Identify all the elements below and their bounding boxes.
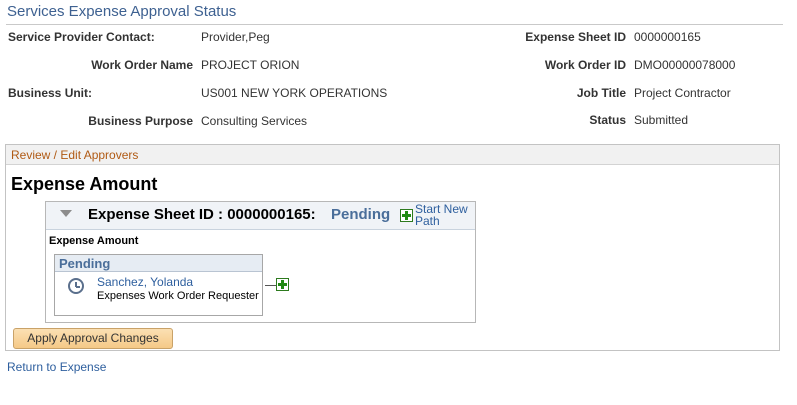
clock-icon [68, 278, 84, 294]
step-connector-line [265, 285, 276, 286]
expense-sheet-approval-box: Expense Sheet ID : 0000000165: Pending S… [45, 201, 476, 323]
work-order-id-value: DMO00000078000 [634, 58, 736, 72]
business-unit-label: Business Unit: [8, 86, 93, 100]
job-title-value: Project Contractor [634, 86, 731, 100]
work-order-id-label: Work Order ID [544, 58, 626, 72]
return-to-expense-link[interactable]: Return to Expense [7, 360, 106, 374]
work-order-name-value: PROJECT ORION [201, 58, 300, 72]
service-provider-contact-label: Service Provider Contact: [8, 30, 155, 44]
business-purpose-label: Business Purpose [88, 114, 193, 128]
expense-amount-sublabel: Expense Amount [49, 235, 139, 247]
approvers-panel-header: Review / Edit Approvers [6, 145, 779, 165]
approver-role: Expenses Work Order Requester [97, 290, 259, 302]
collapse-triangle-icon[interactable] [60, 210, 72, 217]
job-title-label: Job Title [576, 86, 626, 100]
approver-name-link[interactable]: Sanchez, Yolanda [97, 275, 193, 289]
business-purpose-value: Consulting Services [201, 114, 308, 128]
expense-sheet-id-value: 0000000165 [634, 30, 701, 44]
expense-sheet-title: Expense Sheet ID : 0000000165: [88, 206, 316, 223]
add-approver-plus-icon[interactable] [276, 278, 289, 291]
expense-sheet-id-label: Expense Sheet ID [525, 30, 626, 44]
expense-sheet-status: Pending [331, 206, 391, 223]
start-new-path-link[interactable]: Start New Path [415, 203, 477, 227]
add-path-plus-icon[interactable] [400, 209, 413, 222]
apply-approval-changes-button[interactable]: Apply Approval Changes [13, 328, 173, 349]
status-label: Status [589, 113, 626, 127]
business-unit-value: US001 NEW YORK OPERATIONS [201, 86, 388, 100]
service-provider-contact-value: Provider,Peg [201, 30, 270, 44]
title-divider [6, 24, 783, 25]
expense-sheet-header: Expense Sheet ID : 0000000165: Pending S… [46, 202, 475, 230]
approval-step-box: Pending Sanchez, Yolanda Expenses Work O… [54, 254, 263, 316]
page-title: Services Expense Approval Status [7, 3, 237, 20]
expense-amount-title: Expense Amount [11, 174, 158, 194]
approval-step-status: Pending [55, 255, 262, 272]
work-order-name-label: Work Order Name [91, 58, 193, 72]
status-value: Submitted [634, 113, 689, 127]
